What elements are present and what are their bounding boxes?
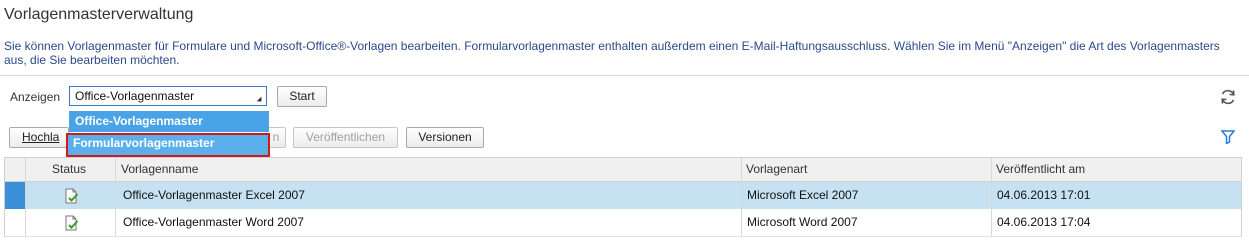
page-description: Sie können Vorlagenmaster für Formulare …: [4, 39, 1220, 67]
published-document-icon: [65, 188, 79, 204]
table-header: Status Vorlagenname Vorlagenart Veröffen…: [5, 158, 1241, 182]
row-template-type: Microsoft Excel 2007: [747, 188, 859, 202]
row-published-date: 04.06.2013 17:04: [997, 215, 1091, 229]
column-header-published[interactable]: Veröffentlicht am: [996, 158, 1085, 181]
row-template-name: Office-Vorlagenmaster Excel 2007: [123, 188, 305, 202]
column-header-name[interactable]: Vorlagenname: [121, 158, 198, 181]
publish-button[interactable]: Veröffentlichen: [293, 127, 398, 148]
page-title: Vorlagenmasterverwaltung: [4, 6, 194, 23]
dropdown-arrow-icon: [256, 96, 262, 102]
dropdown-option-form[interactable]: Formularvorlagenmaster: [66, 133, 270, 157]
row-selection-marker[interactable]: [5, 182, 25, 209]
column-header-status[interactable]: Status: [52, 158, 86, 181]
refresh-icon[interactable]: [1219, 88, 1237, 106]
row-template-name: Office-Vorlagenmaster Word 2007: [123, 215, 304, 229]
column-separator: [115, 158, 116, 237]
view-select[interactable]: Office-Vorlagenmaster: [69, 86, 267, 106]
divider: [0, 75, 1249, 76]
funnel-icon[interactable]: [1221, 130, 1235, 144]
column-separator: [741, 158, 742, 237]
dropdown-option-office[interactable]: Office-Vorlagenmaster: [69, 111, 269, 132]
template-table: Status Vorlagenname Vorlagenart Veröffen…: [4, 157, 1242, 237]
column-header-type[interactable]: Vorlagenart: [746, 158, 807, 181]
row-template-type: Microsoft Word 2007: [747, 215, 858, 229]
view-select-value: Office-Vorlagenmaster: [75, 89, 195, 103]
table-row[interactable]: Office-Vorlagenmaster Word 2007 Microsof…: [5, 209, 1241, 237]
published-document-icon: [65, 215, 79, 231]
row-published-date: 04.06.2013 17:01: [997, 188, 1091, 202]
column-separator: [991, 158, 992, 237]
view-filter-label: Anzeigen: [10, 90, 61, 104]
start-button[interactable]: Start: [277, 86, 327, 107]
versions-button[interactable]: Versionen: [406, 127, 484, 148]
upload-button[interactable]: Hochla: [9, 127, 69, 148]
table-row[interactable]: Office-Vorlagenmaster Excel 2007 Microso…: [5, 182, 1241, 209]
column-separator: [25, 158, 26, 237]
view-dropdown-list: Office-Vorlagenmaster Formularvorlagenma…: [66, 111, 270, 157]
